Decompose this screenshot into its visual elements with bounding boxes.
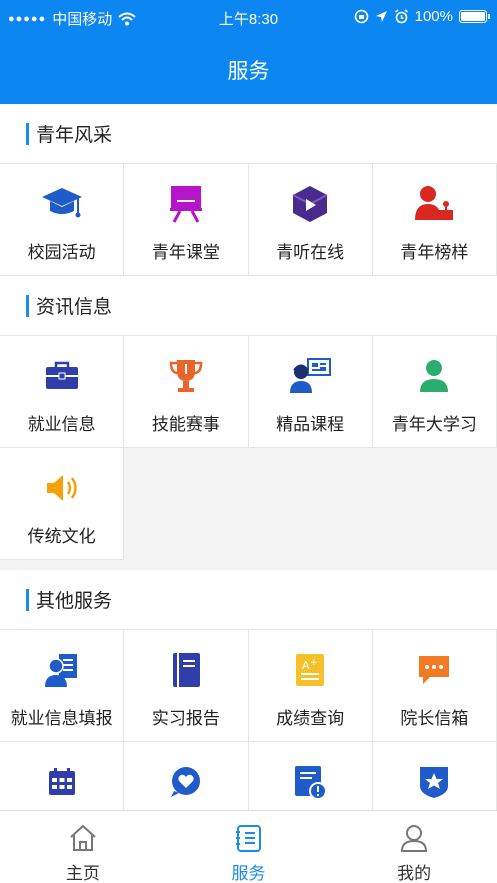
status-bar: ●●●●● 中国移动 上午8:30 100%: [0, 0, 497, 34]
alarm-icon: [394, 9, 409, 24]
alert-document-icon: [292, 764, 328, 800]
tab-label: 我的: [397, 864, 432, 883]
service-item-alert-document[interactable]: [248, 742, 373, 810]
service-item-quality-courses[interactable]: 精品课程: [248, 336, 373, 448]
svg-text:A: A: [302, 659, 310, 672]
service-item-label: 精品课程: [276, 415, 345, 434]
service-item-label: 就业信息: [27, 415, 96, 434]
section-header-youth-style: 青年风采: [0, 104, 497, 164]
service-item-label: 就业信息填报: [10, 709, 113, 728]
service-item-star-badge[interactable]: [372, 742, 497, 810]
service-item-traditional-culture[interactable]: 传统文化: [0, 448, 125, 560]
service-item-label: 青年大学习: [391, 415, 477, 434]
briefcase-icon: [44, 360, 80, 392]
section-marker: [26, 588, 29, 611]
tab-home[interactable]: 主页: [0, 811, 166, 883]
service-item-employment-info[interactable]: 就业信息: [0, 336, 125, 448]
battery-icon: [459, 10, 490, 23]
person-icon: [417, 357, 451, 395]
service-item-label: 院长信箱: [400, 709, 469, 728]
graduation-cap-icon: [40, 185, 84, 223]
nav-bar: 服务: [0, 34, 497, 104]
section-header-news-info: 资讯信息: [0, 276, 497, 336]
trophy-icon: [168, 357, 204, 395]
service-item-label: 实习报告: [151, 709, 220, 728]
service-item-listen-online[interactable]: 青听在线: [248, 164, 373, 276]
notebook-icon: [169, 651, 203, 689]
service-item-employment-form[interactable]: 就业信息填报: [0, 630, 125, 742]
service-item-label: 校园活动: [27, 243, 96, 262]
service-content[interactable]: 青年风采 校园活动 青年课堂 青听在线 青年榜样 资讯信息 就业信息 技能赛事 …: [0, 104, 497, 810]
person-podium-icon: [412, 184, 456, 224]
service-item-dean-mailbox[interactable]: 院长信箱: [372, 630, 497, 742]
employment-form-icon: [43, 651, 81, 689]
speaker-icon: [44, 471, 80, 505]
service-item-campus-activities[interactable]: 校园活动: [0, 164, 125, 276]
youth-style-grid: 校园活动 青年课堂 青听在线 青年榜样: [0, 164, 497, 276]
online-course-icon: [288, 357, 332, 395]
service-item-heart-chat[interactable]: [124, 742, 249, 810]
service-item-youth-class[interactable]: 青年课堂: [124, 164, 249, 276]
service-item-label: 青年榜样: [400, 243, 469, 262]
service-item-label: 青年课堂: [151, 243, 220, 262]
service-item-youth-study[interactable]: 青年大学习: [372, 336, 497, 448]
grade-icon: A +: [294, 652, 326, 688]
tab-label: 服务: [231, 864, 266, 883]
tab-label: 主页: [65, 864, 100, 883]
section-title: 青年风采: [36, 125, 113, 146]
page-title: 服务: [227, 60, 270, 83]
service-item-internship-report[interactable]: 实习报告: [124, 630, 249, 742]
location-icon: [375, 10, 388, 23]
news-info-grid: 就业信息 技能赛事 精品课程 青年大学习 传统文化: [0, 336, 497, 560]
play-cube-icon: [290, 184, 330, 224]
service-item-youth-role-models[interactable]: 青年榜样: [372, 164, 497, 276]
service-list-icon: [234, 823, 264, 853]
section-title: 资讯信息: [36, 297, 113, 318]
service-item-label: 成绩查询: [276, 709, 345, 728]
user-icon: [399, 823, 429, 853]
service-item-label: 青听在线: [276, 243, 345, 262]
tab-mine[interactable]: 我的: [331, 811, 497, 883]
section-title: 其他服务: [36, 591, 113, 612]
message-icon: [416, 653, 452, 687]
section-header-other-services: 其他服务: [0, 570, 497, 630]
svg-text:+: +: [310, 658, 318, 668]
service-item-label: 传统文化: [27, 527, 96, 546]
tab-bar: 主页 服务 我的: [0, 810, 497, 883]
service-item-skills-competition[interactable]: 技能赛事: [124, 336, 249, 448]
service-item-label: 技能赛事: [151, 415, 220, 434]
calendar-icon: [46, 766, 78, 798]
service-item-calendar[interactable]: [0, 742, 125, 810]
other-services-grid: 就业信息填报 实习报告 A + 成绩查询 院长信箱: [0, 630, 497, 810]
easel-board-icon: [168, 184, 204, 224]
heart-chat-icon: [168, 765, 204, 799]
section-marker: [26, 294, 29, 317]
section-marker: [26, 122, 29, 145]
battery-percent: 100%: [414, 8, 453, 25]
star-badge-icon: [417, 764, 451, 800]
home-icon: [68, 823, 98, 853]
service-item-grade-query[interactable]: A + 成绩查询: [248, 630, 373, 742]
tab-service[interactable]: 服务: [166, 811, 332, 883]
rotation-lock-icon: [354, 9, 369, 24]
